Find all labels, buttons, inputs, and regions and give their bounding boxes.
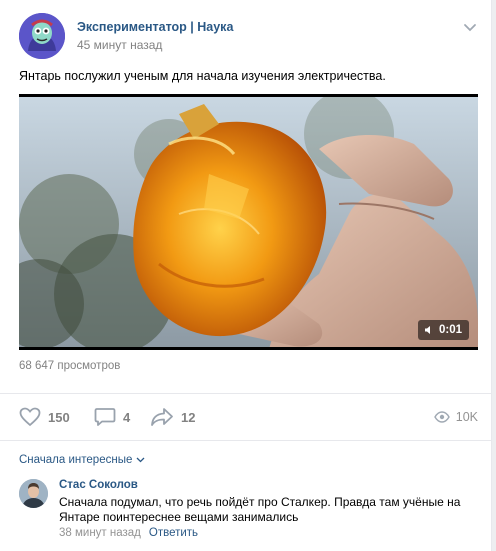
video-duration-badge: 0:01: [417, 320, 469, 340]
comment-icon: [94, 408, 116, 426]
like-count: 150: [48, 409, 70, 425]
post-author[interactable]: Экспериментатор | Наука: [77, 20, 233, 34]
comments-sort-dropdown[interactable]: Сначала интересные: [19, 454, 145, 466]
views-count-text: 68 647 просмотров: [19, 360, 121, 372]
comment-avatar[interactable]: [19, 479, 48, 508]
divider: [0, 393, 492, 394]
video-duration: 0:01: [438, 324, 462, 336]
volume-icon: [424, 326, 430, 334]
share-icon: [151, 408, 173, 426]
views-count: 10K: [455, 410, 478, 424]
community-avatar[interactable]: [19, 13, 65, 59]
comment-meta: 38 минут назад Ответить: [59, 527, 198, 539]
post-actions: 150 4 12 10K: [19, 402, 479, 432]
post-text: Янтарь послужил ученым для начала изучен…: [19, 69, 386, 83]
chevron-down-icon: [136, 457, 145, 463]
comment-text: Сначала подумал, что речь пойдёт про Ста…: [59, 495, 461, 524]
share-button[interactable]: 12: [150, 402, 195, 432]
video-player[interactable]: 0:01: [19, 94, 478, 350]
views-counter: 10K: [433, 402, 478, 432]
comments-sort-label: Сначала интересные: [19, 454, 133, 466]
share-count: 12: [181, 409, 196, 425]
comment-author[interactable]: Стас Соколов: [59, 479, 138, 491]
user-avatar-image: [19, 479, 48, 508]
post-card: Экспериментатор | Наука 45 минут назад Я…: [0, 0, 492, 551]
post-header: Экспериментатор | Наука 45 минут назад: [19, 13, 479, 61]
comment-time[interactable]: 38 минут назад: [59, 527, 141, 539]
divider: [0, 440, 492, 441]
like-button[interactable]: 150: [19, 402, 70, 432]
comment-count: 4: [123, 409, 131, 425]
video-thumbnail: [19, 94, 478, 350]
community-logo-icon: [19, 13, 65, 59]
comment-button[interactable]: 4: [94, 402, 130, 432]
post-time[interactable]: 45 минут назад: [77, 38, 162, 52]
reply-button[interactable]: Ответить: [149, 527, 198, 539]
comment-item: Стас Соколов Сначала подумал, что речь п…: [19, 476, 479, 546]
chevron-down-icon[interactable]: [463, 23, 477, 33]
eye-icon: [433, 411, 450, 423]
heart-icon: [19, 407, 41, 427]
